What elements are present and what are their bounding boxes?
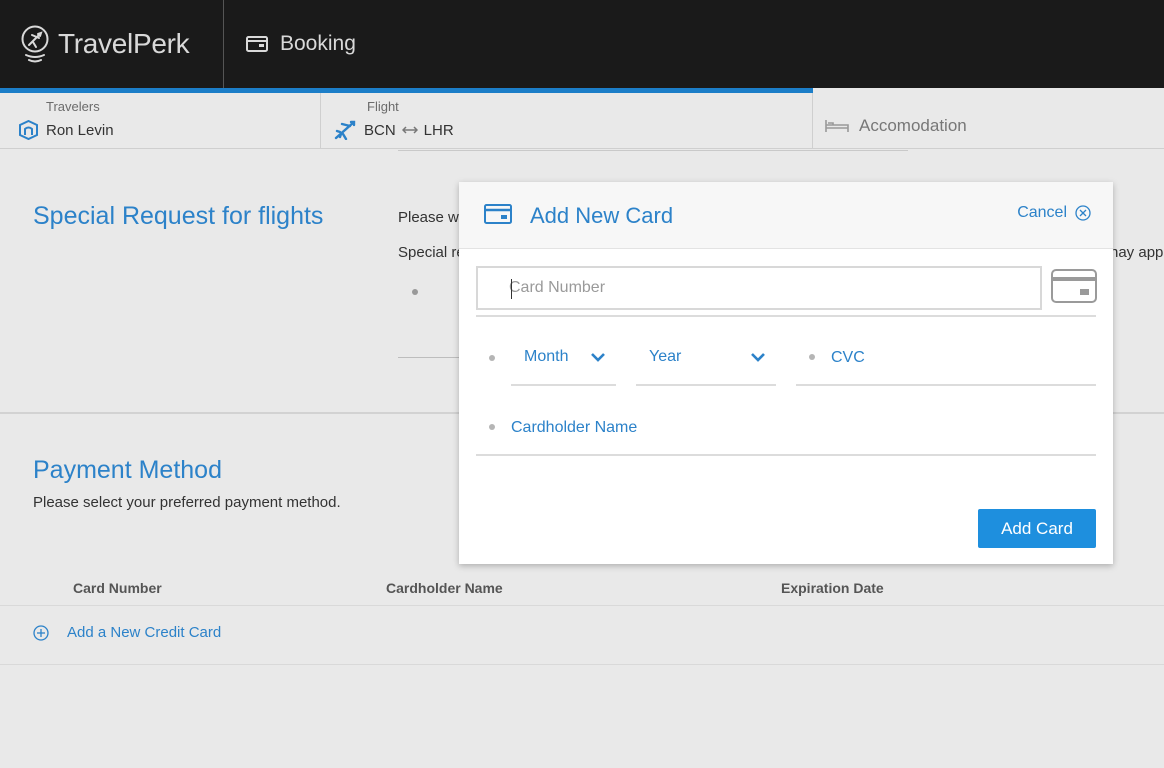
table-divider (0, 664, 1164, 665)
plus-circle-icon[interactable] (33, 624, 49, 641)
plane-globe-logo-icon (20, 24, 52, 64)
add-card-button[interactable]: Add Card (978, 509, 1096, 548)
add-card-modal: Add New Card Cancel Month Ye (459, 182, 1113, 564)
special-request-text: nay app (1110, 244, 1164, 261)
flight-caption: Flight (367, 99, 399, 114)
special-request-title: Special Request for flights (33, 202, 324, 230)
special-request-text: Please w (398, 209, 459, 226)
travelers-value: Ron Levin (19, 120, 114, 140)
column-header-cardholder: Cardholder Name (386, 580, 503, 596)
card-number-field[interactable] (476, 266, 1042, 310)
route-arrow-icon (401, 126, 418, 134)
payment-method-subtitle: Please select your preferred payment met… (33, 494, 341, 511)
field-underline (476, 315, 1096, 317)
wallet-icon (246, 36, 268, 52)
booking-steps: Travelers Ron Levin Flight BCN LHR Accom… (0, 88, 1164, 149)
required-dot (489, 355, 495, 361)
chevron-down-icon (750, 352, 766, 362)
year-select[interactable]: Year (636, 341, 776, 373)
step-travelers[interactable]: Travelers Ron Levin (0, 93, 321, 149)
cvc-field[interactable]: CVC (831, 349, 865, 367)
cancel-label: Cancel (1017, 204, 1067, 221)
field-underline (636, 384, 776, 386)
cardholder-name-field[interactable]: Cardholder Name (511, 419, 637, 437)
cancel-button[interactable]: Cancel (1017, 204, 1091, 222)
divider (398, 150, 908, 151)
bed-icon (825, 119, 849, 133)
close-circle-icon[interactable] (1075, 205, 1091, 221)
year-select-value: Year (649, 348, 682, 365)
flight-destination: LHR (423, 121, 454, 139)
card-number-input[interactable] (509, 278, 1009, 298)
accommodation-text: Accomodation (859, 116, 967, 135)
table-divider (0, 605, 1164, 606)
booking-section: Booking (246, 0, 356, 88)
modal-title: Add New Card (530, 203, 674, 228)
field-underline (398, 357, 460, 358)
traveler-name: Ron Levin (46, 121, 114, 139)
accommodation-label: Accomodation (825, 116, 967, 136)
month-select-value: Month (524, 348, 569, 365)
user-shield-icon (19, 120, 38, 140)
required-dot (489, 424, 495, 430)
chevron-down-icon (590, 352, 606, 362)
step-accommodation[interactable]: Accomodation (813, 93, 1164, 149)
field-underline (476, 454, 1096, 456)
brand-logo[interactable]: TravelPerk (0, 0, 224, 88)
modal-header: Add New Card Cancel (459, 182, 1113, 249)
required-dot (412, 289, 418, 295)
section-title: Booking (280, 32, 356, 55)
step-flight[interactable]: Flight BCN LHR (321, 93, 813, 149)
brand-name: TravelPerk (58, 28, 190, 59)
flight-route: BCN LHR (334, 120, 454, 140)
add-credit-card-link[interactable]: Add a New Credit Card (67, 624, 221, 641)
column-header-card-number: Card Number (73, 580, 162, 596)
text-cursor (511, 279, 512, 299)
month-select[interactable]: Month (511, 341, 616, 373)
top-bar: TravelPerk Booking (0, 0, 1164, 88)
field-underline (511, 384, 616, 386)
airplane-icon (334, 120, 356, 140)
credit-card-icon (484, 204, 512, 229)
column-header-expiration: Expiration Date (781, 580, 884, 596)
add-credit-card-row[interactable]: Add a New Credit Card (33, 624, 221, 641)
travelers-caption: Travelers (46, 99, 100, 114)
payment-method-title: Payment Method (33, 456, 222, 484)
flight-origin: BCN (364, 121, 396, 139)
required-dot (809, 354, 815, 360)
field-underline (796, 384, 1096, 386)
special-request-text: Special re (398, 244, 465, 261)
card-type-icon (1051, 269, 1097, 308)
